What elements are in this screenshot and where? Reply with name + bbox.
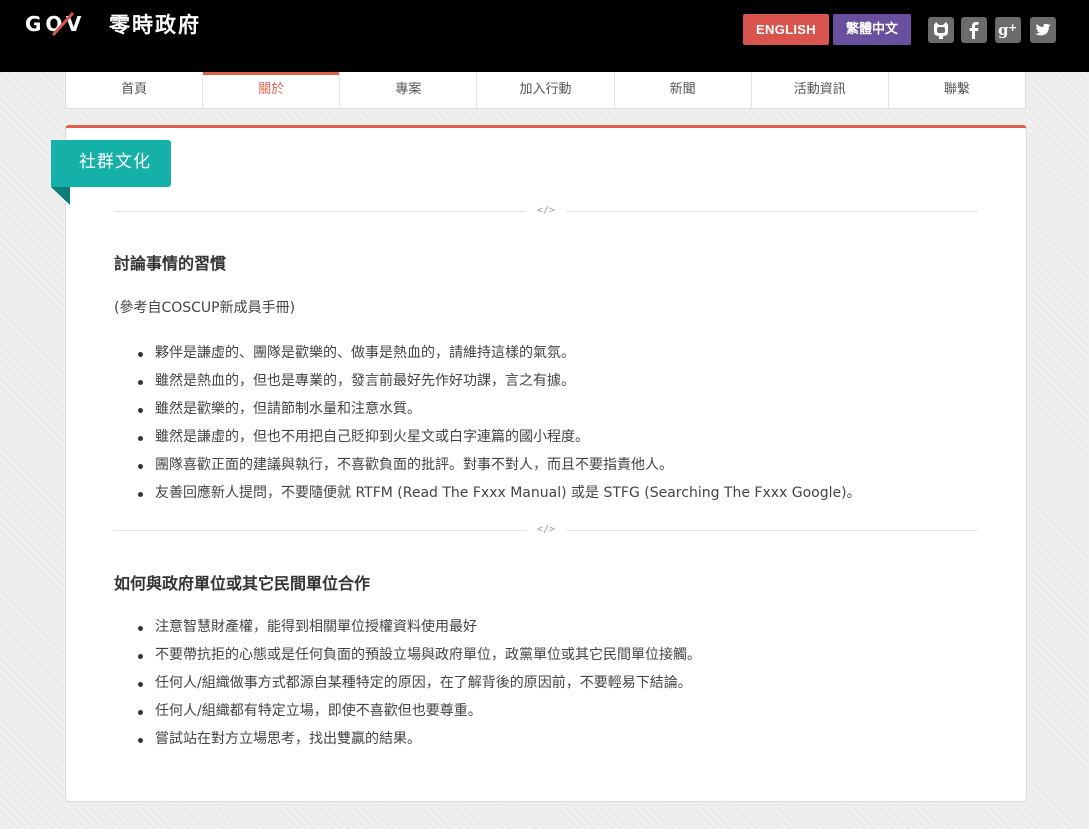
section-heading: 如何與政府單位或其它民間單位合作 xyxy=(114,574,371,593)
section-heading: 討論事情的習慣 xyxy=(114,254,227,273)
nav-about[interactable]: 關於 xyxy=(203,72,341,108)
site-logo[interactable]: GOV 零時政府 xyxy=(25,10,201,38)
list-item: 任何人/組織做事方式都源自某種特定的原因，在了解背後的原因前，不要輕易下結論。 xyxy=(135,673,701,701)
nav-events[interactable]: 活動資訊 xyxy=(752,72,889,108)
twitter-icon[interactable] xyxy=(1030,17,1056,43)
nav-news[interactable]: 新聞 xyxy=(615,72,752,108)
top-header: GOV 零時政府 ENGLISH 繁體中文 g + xyxy=(0,0,1089,72)
reference-note: (參考自COSCUP新成員手冊) xyxy=(114,300,296,316)
list-item: 雖然是歡樂的，但請節制水量和注意水質。 xyxy=(135,399,861,427)
code-divider: </> xyxy=(114,204,978,218)
english-button[interactable]: ENGLISH xyxy=(743,14,829,45)
discussion-habits-list: 夥伴是謙虛的、團隊是歡樂的、做事是熱血的，請維持這樣的氣氛。 雖然是熱血的，但也… xyxy=(135,343,861,511)
list-item: 團隊喜歡正面的建議與執行，不喜歡負面的批評。對事不對人，而且不要指責他人。 xyxy=(135,455,861,483)
list-item: 夥伴是謙虛的、團隊是歡樂的、做事是熱血的，請維持這樣的氣氛。 xyxy=(135,343,861,371)
main-nav: 首頁 關於 專案 加入行動 新聞 活動資訊 聯繫 xyxy=(65,72,1026,109)
gov-logo-mark: GOV xyxy=(25,11,81,37)
list-item: 友善回應新人提問，不要隨便就 RTFM (Read The Fxxx Manua… xyxy=(135,483,861,511)
cooperation-list: 注意智慧財產權，能得到相關單位授權資料使用最好 不要帶抗拒的心態或是任何負面的預… xyxy=(135,617,701,757)
github-icon[interactable] xyxy=(928,17,954,43)
facebook-icon[interactable] xyxy=(961,17,987,43)
list-item: 雖然是熱血的，但也是專業的，發言前最好先作好功課，言之有據。 xyxy=(135,371,861,399)
section-ribbon-title: 社群文化 xyxy=(51,140,171,187)
logo-text: 零時政府 xyxy=(109,13,201,37)
ribbon-fold xyxy=(51,187,70,205)
nav-contact[interactable]: 聯繫 xyxy=(889,72,1025,108)
list-item: 任何人/組織都有特定立場，即使不喜歡但也要尊重。 xyxy=(135,701,701,729)
code-divider: </> xyxy=(114,523,978,537)
list-item: 雖然是謙虛的，但也不用把自己貶抑到火星文或白字連篇的國小程度。 xyxy=(135,427,861,455)
list-item: 嘗試站在對方立場思考，找出雙贏的結果。 xyxy=(135,729,701,757)
nav-home[interactable]: 首頁 xyxy=(66,72,204,108)
nav-join[interactable]: 加入行動 xyxy=(477,72,615,108)
divider-code-icon: </> xyxy=(536,524,556,535)
google-plus-icon[interactable]: g + xyxy=(995,17,1021,43)
divider-code-icon: </> xyxy=(536,205,556,216)
list-item: 不要帶抗拒的心態或是任何負面的預設立場與政府單位，政黨單位或其它民間單位接觸。 xyxy=(135,645,701,673)
nav-projects[interactable]: 專案 xyxy=(340,72,478,108)
svg-text:+: + xyxy=(1008,21,1017,34)
chinese-button[interactable]: 繁體中文 xyxy=(833,14,911,45)
list-item: 注意智慧財產權，能得到相關單位授權資料使用最好 xyxy=(135,617,701,645)
